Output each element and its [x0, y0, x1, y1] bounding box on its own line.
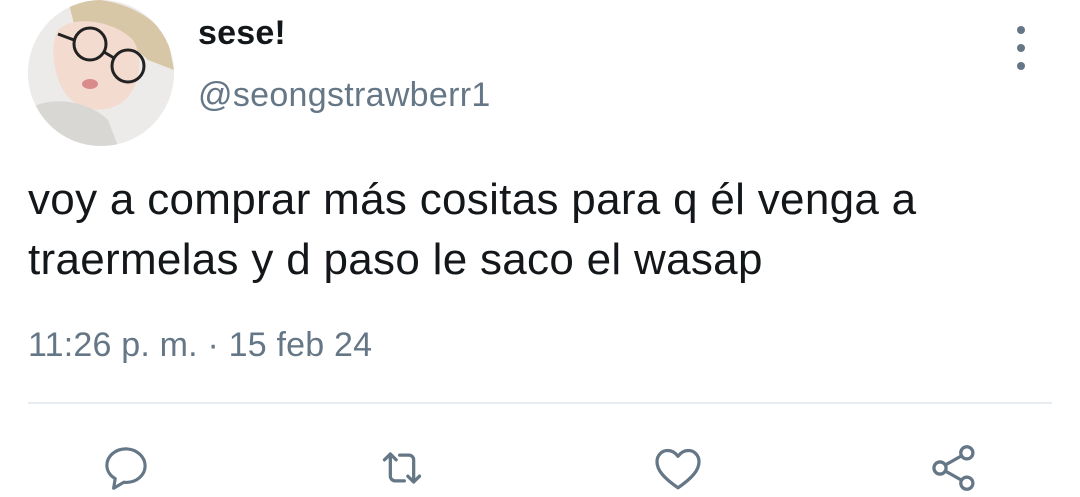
- more-dot: [1017, 62, 1025, 70]
- tweet-timestamp[interactable]: 11:26 p. m. · 15 feb 24: [28, 326, 372, 365]
- share-icon: [932, 445, 975, 491]
- retweet-button[interactable]: [374, 440, 430, 496]
- tweet-text: voy a comprar más cositas para q él veng…: [28, 175, 917, 284]
- tweet-time: 11:26 p. m.: [28, 326, 198, 364]
- display-name[interactable]: sese!: [198, 14, 286, 53]
- reply-icon: [105, 447, 147, 490]
- more-options-icon[interactable]: [1006, 26, 1036, 70]
- heart-icon: [655, 448, 701, 490]
- username-handle[interactable]: @seongstrawberr1: [198, 76, 491, 115]
- timestamp-separator: ·: [207, 326, 219, 364]
- more-dot: [1017, 44, 1025, 52]
- retweet-icon: [382, 452, 422, 484]
- avatar[interactable]: [28, 0, 174, 146]
- reply-button[interactable]: [98, 440, 154, 496]
- divider: [28, 402, 1052, 404]
- avatar-image: [28, 0, 174, 146]
- tweet-date: 15 feb 24: [228, 326, 373, 364]
- more-dot: [1017, 26, 1025, 34]
- like-button[interactable]: [650, 440, 706, 496]
- share-button[interactable]: [926, 440, 982, 496]
